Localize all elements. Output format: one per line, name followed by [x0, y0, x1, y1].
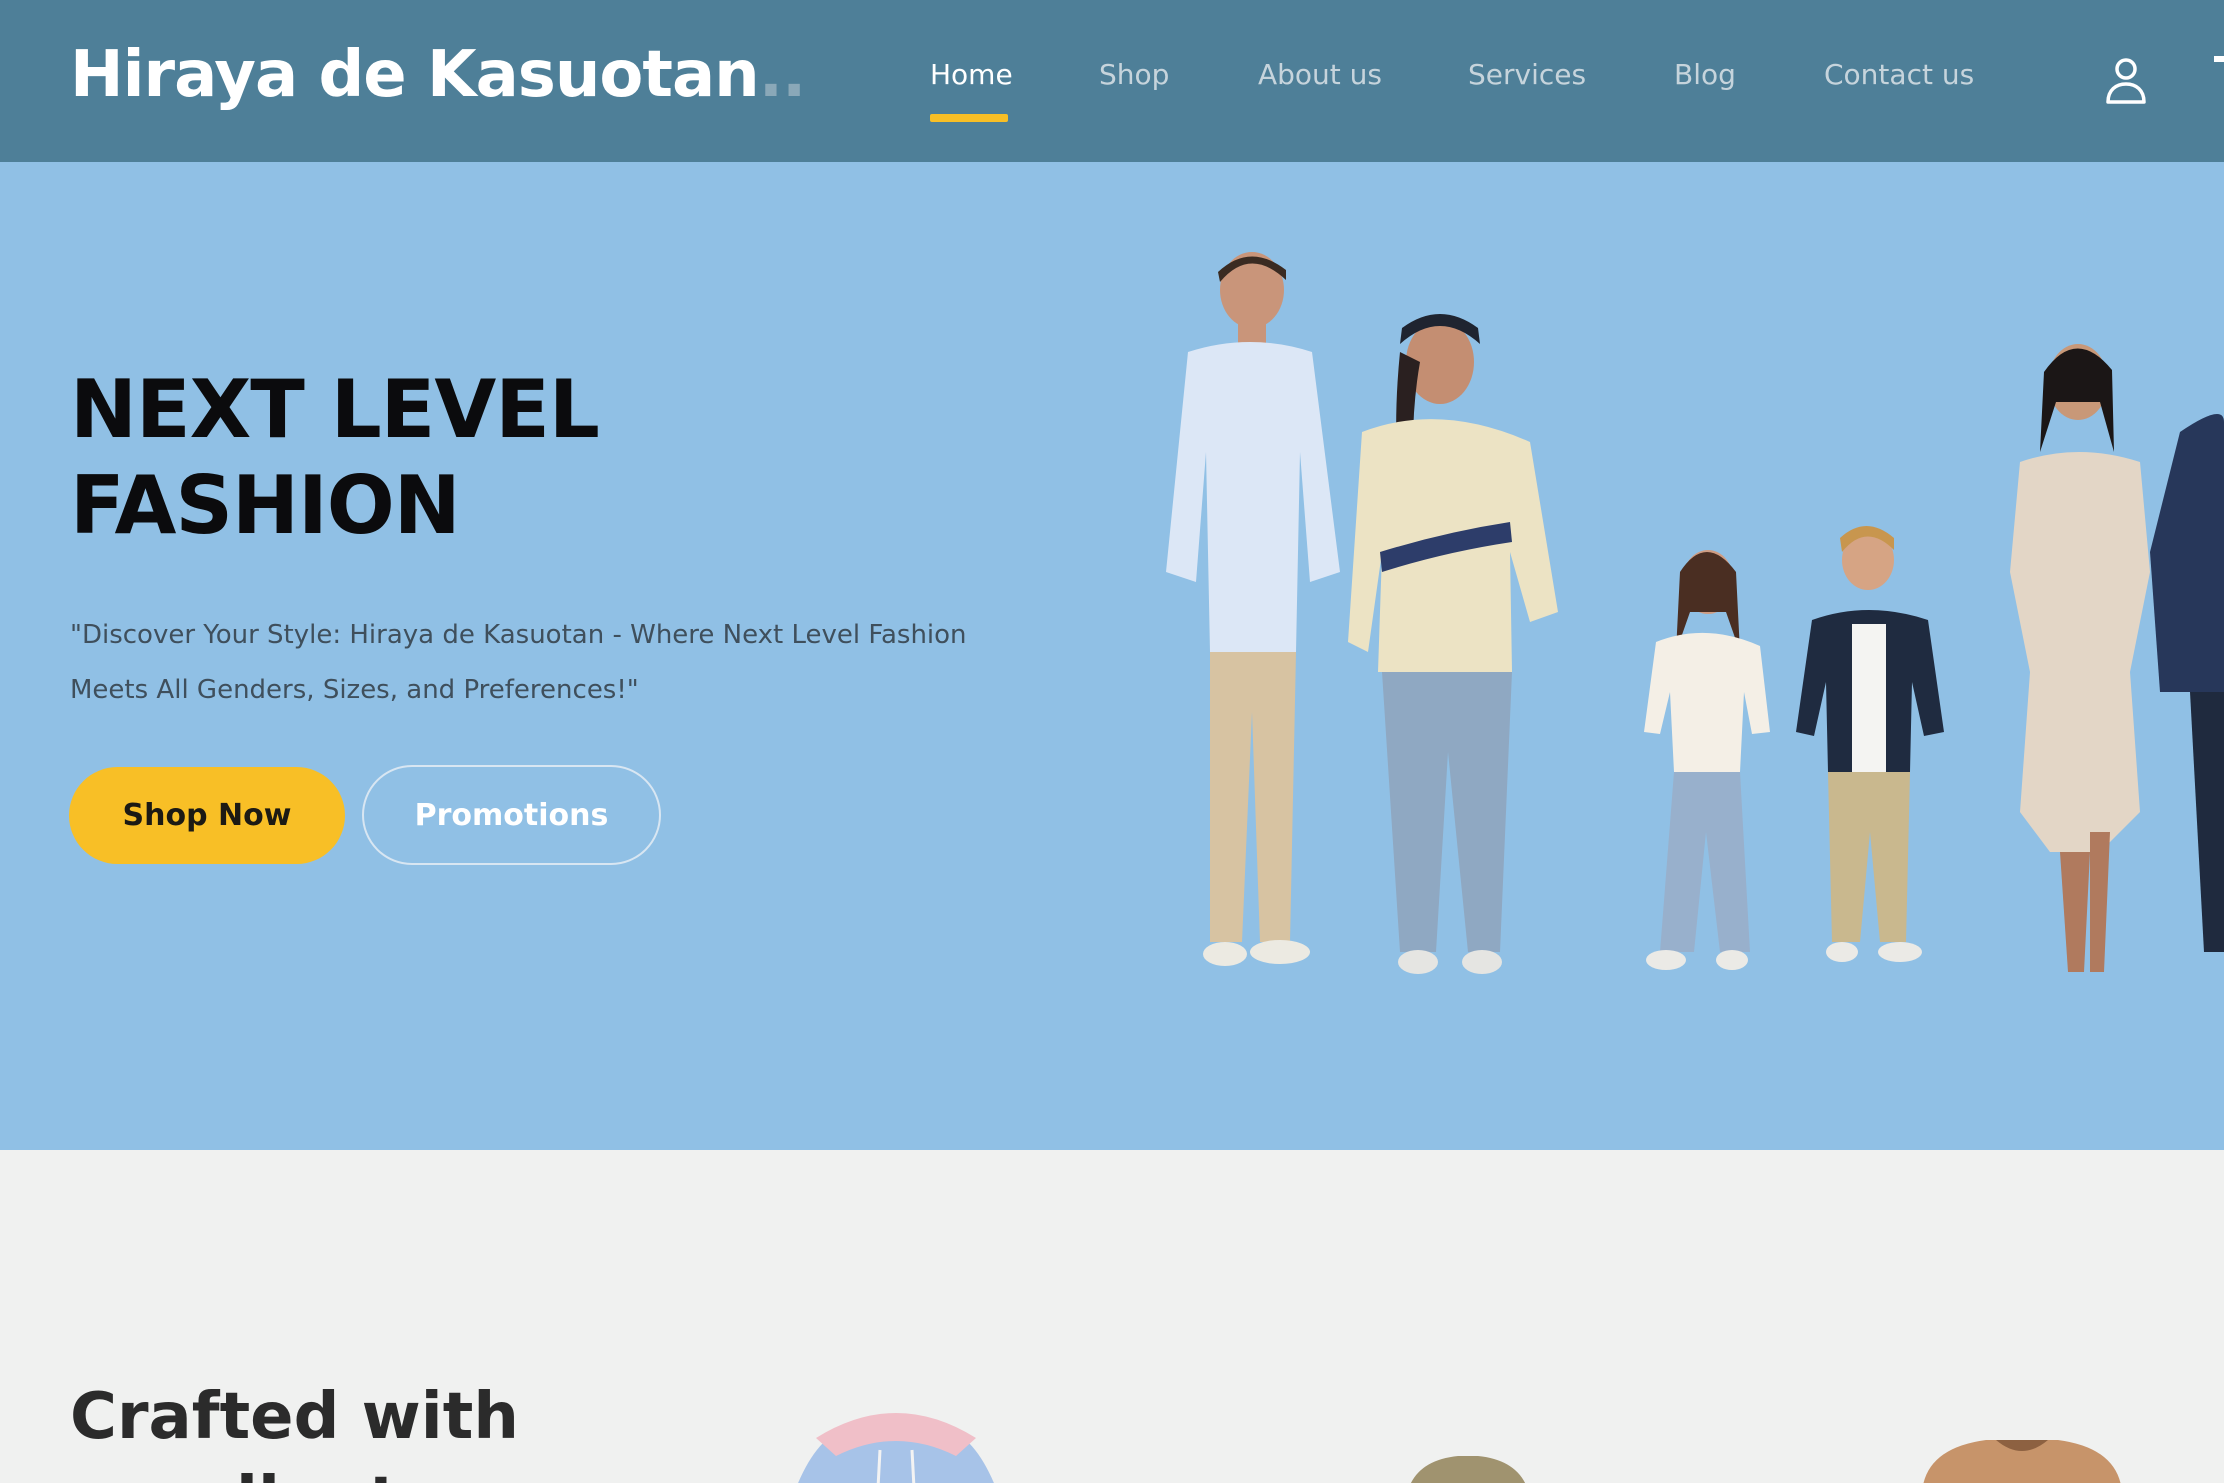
brand-dots: ..: [758, 38, 807, 112]
hero-title-line-2: FASHION: [70, 459, 461, 552]
hero-title: NEXT LEVEL FASHION: [70, 362, 600, 554]
brand-logo[interactable]: Hiraya de Kasuotan..: [70, 38, 807, 112]
nav-services[interactable]: Services: [1468, 58, 1586, 91]
promotions-button[interactable]: Promotions: [362, 765, 661, 865]
brand-name: Hiraya de Kasuotan: [70, 38, 760, 112]
nav-shop[interactable]: Shop: [1099, 58, 1169, 91]
model-boy-figure: [1796, 526, 1944, 962]
nav-contact-us[interactable]: Contact us: [1824, 58, 1974, 91]
hero-models-image: [1166, 252, 2224, 974]
nav-active-indicator: [930, 114, 1008, 122]
model-girl-figure: [1644, 550, 1770, 970]
crafted-section: Crafted with excellent: [0, 1150, 2224, 1483]
nav-about-us[interactable]: About us: [1258, 58, 1382, 91]
crafted-heading-line-2: excellent: [70, 1459, 519, 1483]
product-sweater-image[interactable]: [1916, 1432, 2128, 1483]
hero-section: NEXT LEVEL FASHION "Discover Your Style:…: [0, 162, 2224, 1150]
shop-now-button[interactable]: Shop Now: [69, 767, 345, 864]
crafted-heading-line-1: Crafted with: [70, 1380, 519, 1454]
model-man-figure: [1166, 252, 1340, 966]
hero-title-line-1: NEXT LEVEL: [70, 363, 600, 456]
model-woman-sweater-figure: [1348, 314, 1558, 974]
model-partial-figure: [2150, 414, 2224, 952]
nav-home[interactable]: Home: [930, 58, 1013, 91]
nav-blog[interactable]: Blog: [1674, 58, 1736, 91]
user-icon[interactable]: [2104, 56, 2148, 104]
crafted-heading: Crafted with excellent: [70, 1375, 519, 1483]
product-jacket-image[interactable]: [1398, 1450, 1538, 1483]
product-hoodie-image[interactable]: [756, 1398, 1036, 1483]
navbar: Hiraya de Kasuotan.. Home Shop About us …: [0, 0, 2224, 162]
model-woman-dress-figure: [2010, 344, 2150, 972]
cart-icon[interactable]: [2214, 56, 2224, 62]
hero-description: "Discover Your Style: Hiraya de Kasuotan…: [70, 620, 967, 705]
